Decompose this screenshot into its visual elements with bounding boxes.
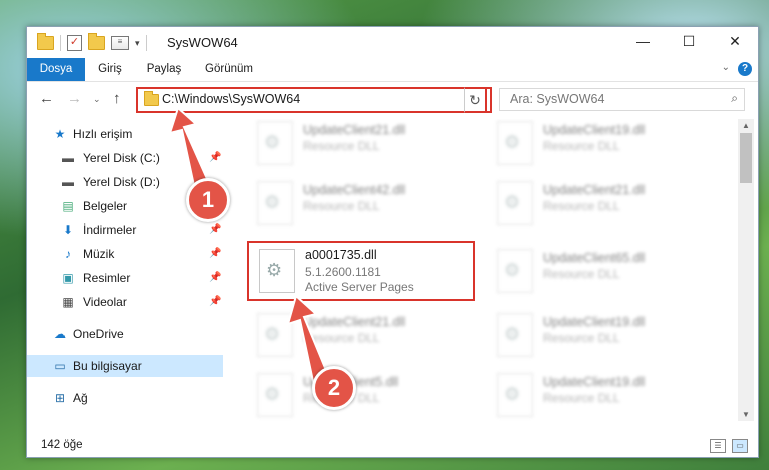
annotation-arrows [168,106,332,388]
step-1-badge: 1 [186,178,230,222]
step-2-badge: 2 [312,366,356,410]
